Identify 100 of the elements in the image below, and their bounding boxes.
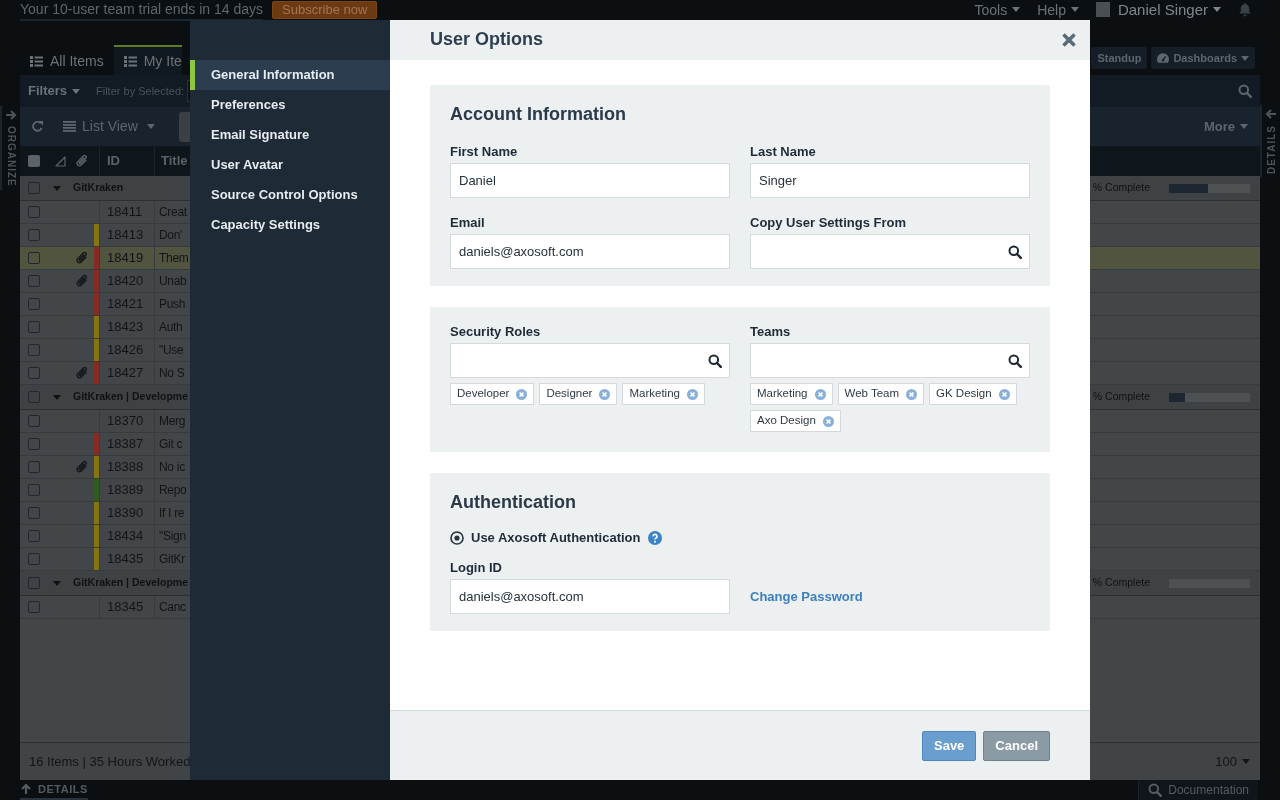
id-cell: 18419 [99, 247, 155, 269]
search-field[interactable] [450, 343, 730, 378]
row-checkbox[interactable] [28, 229, 40, 241]
menu-button[interactable]: Help [1037, 1, 1079, 18]
caret-icon [1213, 7, 1221, 12]
remove-icon[interactable] [686, 388, 698, 400]
list-icon [123, 55, 137, 67]
tag-label: Marketing [629, 386, 680, 402]
nav-item[interactable]: General Information [190, 60, 390, 90]
nav-item[interactable]: Email Signature [190, 120, 390, 150]
input-field[interactable]: Singer [750, 163, 1030, 198]
select-all-checkbox[interactable] [28, 155, 40, 167]
row-checkbox[interactable] [28, 298, 40, 310]
radio-label[interactable]: Use Axosoft Authentication [471, 529, 641, 547]
row-checkbox[interactable] [28, 344, 40, 356]
search-field[interactable] [750, 234, 1030, 269]
row-checkbox[interactable] [28, 484, 40, 496]
refresh-icon[interactable] [31, 120, 44, 133]
tag-label: Designer [546, 386, 593, 402]
caret-icon [1240, 124, 1248, 129]
arrow-right-icon [5, 109, 17, 121]
bell-icon[interactable] [1238, 2, 1252, 17]
row-checkbox[interactable] [28, 507, 40, 519]
row-checkbox[interactable] [28, 577, 40, 589]
remove-icon[interactable] [906, 388, 918, 400]
triangle-icon [54, 155, 66, 167]
details-tab[interactable]: DETAILS [1260, 105, 1280, 178]
search-icon[interactable] [1008, 244, 1022, 259]
row-checkbox[interactable] [28, 438, 40, 450]
documentation-button[interactable]: Documentation [1138, 780, 1258, 800]
row-checkbox[interactable] [28, 415, 40, 427]
save-button[interactable]: Save [922, 730, 977, 761]
paperclip-icon [76, 154, 88, 168]
field-label: Email [450, 215, 486, 231]
list-icon [30, 55, 43, 67]
row-checkbox[interactable] [28, 391, 40, 403]
user-menu-button[interactable]: Daniel Singer [1117, 1, 1221, 18]
caret-icon [1012, 7, 1021, 12]
caret-down-icon[interactable] [53, 394, 61, 400]
field-label: Teams [750, 324, 792, 340]
section-heading: Authentication [450, 491, 577, 514]
input-field[interactable]: daniels@axosoft.com [450, 234, 730, 269]
row-checkbox[interactable] [28, 275, 40, 287]
remove-icon[interactable] [822, 415, 834, 427]
form-link[interactable]: Change Password [750, 579, 863, 614]
column-header[interactable]: Title [155, 151, 188, 171]
row-checkbox[interactable] [28, 367, 40, 379]
caret-down-icon[interactable] [53, 580, 61, 586]
remove-icon[interactable] [814, 388, 826, 400]
row-checkbox[interactable] [28, 530, 40, 542]
caret-icon [1241, 55, 1249, 61]
filters-button[interactable]: Filters [28, 83, 80, 99]
caret-icon [1242, 759, 1250, 764]
nav-item[interactable]: Capacity Settings [190, 210, 390, 240]
section-heading: Account Information [450, 103, 627, 126]
remove-icon[interactable] [516, 388, 528, 400]
view-button[interactable]: Dashboards [1151, 47, 1255, 69]
field-label: Last Name [750, 144, 817, 160]
dialog-title: User Options [430, 29, 544, 51]
row-checkbox[interactable] [28, 553, 40, 565]
tag-label: Marketing [757, 386, 808, 402]
tag-label: Web Team [844, 386, 900, 402]
search-icon [1148, 783, 1163, 797]
subscribe-button[interactable]: Subscribe now [272, 1, 378, 19]
help-icon[interactable] [647, 531, 662, 545]
row-checkbox[interactable] [28, 601, 40, 613]
row-checkbox[interactable] [28, 461, 40, 473]
list-view-button[interactable]: List View [63, 116, 155, 137]
tag-label: Axo Design [757, 413, 816, 429]
arrow-left-icon [1265, 108, 1277, 120]
nav-item[interactable]: Source Control Options [190, 180, 390, 210]
row-checkbox[interactable] [28, 182, 40, 194]
search-field[interactable] [750, 343, 1030, 378]
remove-icon[interactable] [599, 388, 611, 400]
view-tab[interactable]: My Ite [113, 45, 182, 75]
details-tab[interactable]: DETAILS [20, 780, 88, 800]
remove-icon[interactable] [998, 388, 1010, 400]
cancel-button[interactable]: Cancel [983, 730, 1050, 761]
nav-item[interactable]: Preferences [190, 90, 390, 120]
caret-down-icon[interactable] [53, 185, 61, 191]
radio-icon[interactable] [450, 531, 464, 545]
input-field[interactable]: Daniel [450, 163, 730, 198]
close-icon[interactable] [1061, 32, 1077, 48]
more-button[interactable]: More [1203, 118, 1248, 135]
view-button[interactable]: Standup [1091, 47, 1148, 69]
field-label: Copy User Settings From [750, 215, 908, 231]
caret-icon [146, 124, 155, 129]
row-checkbox[interactable] [28, 321, 40, 333]
view-tab[interactable]: All Items [20, 45, 114, 75]
input-field[interactable]: daniels@axosoft.com [450, 579, 730, 614]
avatar-placeholder [1095, 2, 1110, 17]
menu-button[interactable]: Tools [974, 1, 1021, 18]
field-label: First Name [450, 144, 519, 160]
search-icon[interactable] [708, 353, 722, 368]
row-checkbox[interactable] [28, 252, 40, 264]
nav-item[interactable]: User Avatar [190, 150, 390, 180]
row-checkbox[interactable] [28, 206, 40, 218]
search-icon[interactable] [1008, 353, 1022, 368]
caret-icon [72, 88, 80, 94]
arrow-up-icon [20, 783, 32, 795]
